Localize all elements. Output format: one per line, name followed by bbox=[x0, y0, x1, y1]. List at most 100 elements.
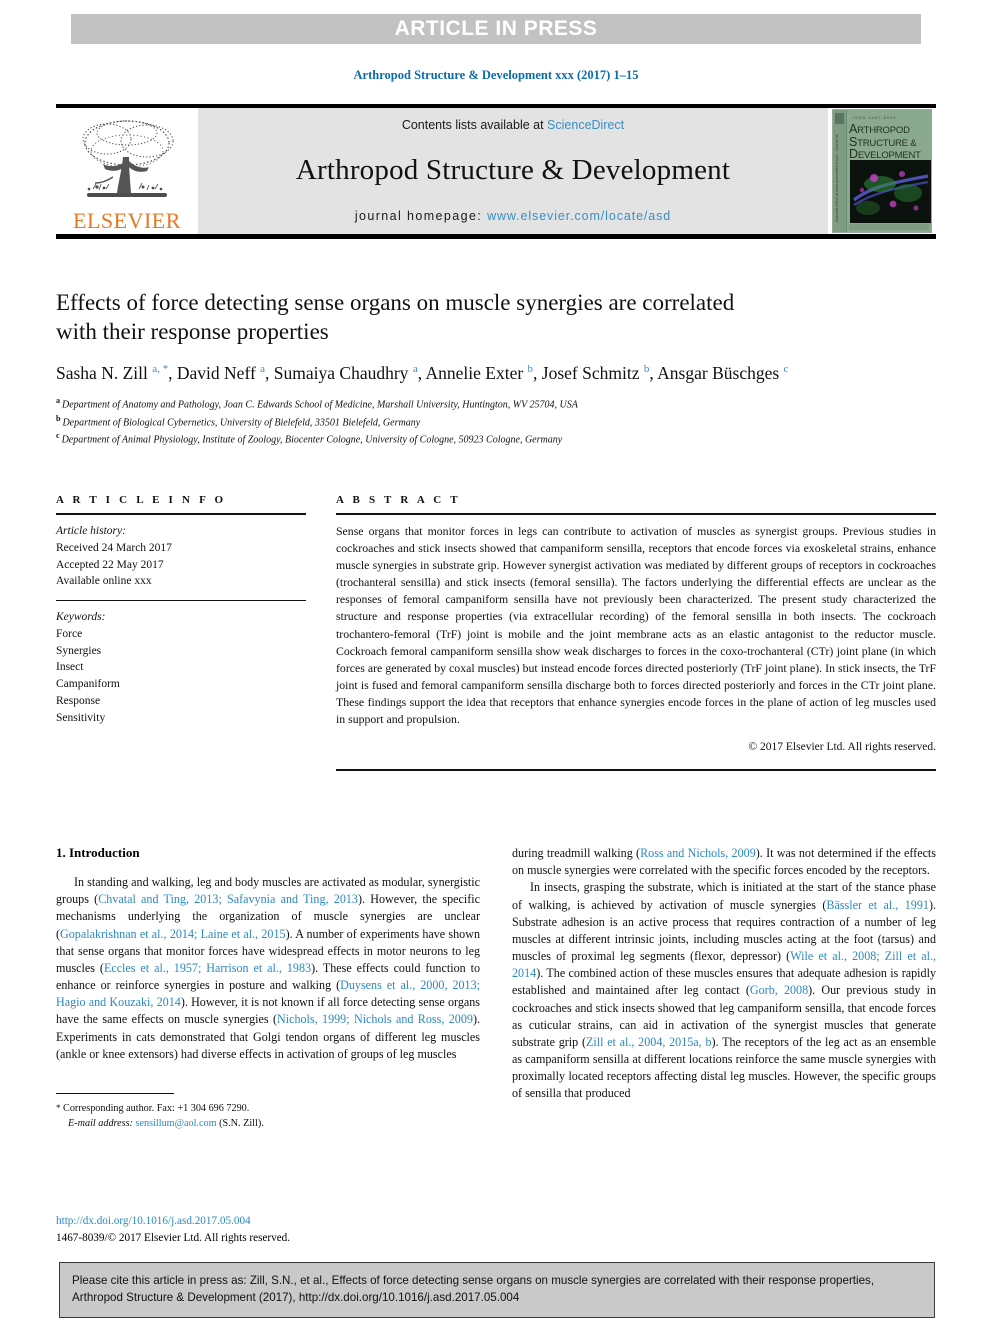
cover-line3-cap: D bbox=[849, 147, 858, 161]
affiliation-text: Department of Biological Cybernetics, Un… bbox=[62, 416, 421, 428]
article-info-rule bbox=[56, 513, 306, 515]
citation-link[interactable]: Eccles et al., 1957; Harrison et al., 19… bbox=[104, 961, 311, 975]
article-history-items: Received 24 March 2017 Accepted 22 May 20… bbox=[56, 540, 306, 590]
cover-micrograph-image bbox=[850, 160, 931, 223]
citation-link[interactable]: Duysens et al., 2000, 2013; Hagio and Ko… bbox=[56, 978, 480, 1009]
keyword-items: Force Synergies Insect Campaniform Response S… bbox=[56, 626, 306, 727]
body-right-column: during treadmill walking (Ross and Nicho… bbox=[512, 845, 936, 1131]
body-paragraph: In standing and walking, leg and body mu… bbox=[56, 875, 481, 1061]
keyword-item: Force bbox=[56, 627, 83, 640]
abstract-bottom-rule bbox=[336, 769, 936, 772]
cover-title: ARTHROPOD STRUCTURE & DEVELOPMENT bbox=[849, 123, 931, 161]
affiliation-text: Department of Animal Physiology, Institu… bbox=[61, 434, 563, 446]
journal-cover-thumbnail: Available online at www.sciencedirect.co… bbox=[828, 108, 936, 234]
author-affiliation-mark: b bbox=[527, 363, 534, 376]
author-affiliation-mark: c bbox=[783, 363, 789, 376]
cite-this-article-box: Please cite this article in press as: Zi… bbox=[59, 1262, 935, 1318]
affiliation-list: a Department of Anatomy and Pathology, J… bbox=[56, 395, 936, 448]
title-block: Effects of force detecting sense organs … bbox=[56, 288, 936, 448]
journal-masthead: ELSEVIER Contents lists available at Sci… bbox=[56, 104, 936, 239]
contents-prefix: Contents lists available at bbox=[401, 118, 548, 132]
abstract-text: Sense organs that monitor forces in legs… bbox=[336, 524, 936, 727]
section-heading-introduction: 1. Introduction bbox=[56, 845, 140, 860]
keywords-rule bbox=[56, 600, 306, 602]
info-abstract-section: A R T I C L E I N F O Article history: R… bbox=[56, 494, 936, 772]
article-history-item: Accepted 22 May 2017 bbox=[56, 558, 164, 571]
footnote-rule bbox=[56, 1092, 174, 1094]
article-history-item: Received 24 March 2017 bbox=[56, 541, 172, 554]
abstract-copyright: © 2017 Elsevier Ltd. All rights reserved… bbox=[748, 741, 936, 754]
keyword-item: Insect bbox=[56, 661, 84, 674]
article-history-label: Article history: bbox=[56, 525, 126, 537]
body-column-gap bbox=[480, 845, 512, 1131]
citation-link[interactable]: Zill et al., 2004, 2015a, b bbox=[586, 1035, 712, 1049]
masthead-bottom-rule bbox=[56, 234, 936, 239]
author-name: Sasha N. Zill bbox=[56, 362, 153, 383]
page-title: Effects of force detecting sense organs … bbox=[56, 290, 735, 345]
body-paragraph: during treadmill walking (Ross and Nicho… bbox=[512, 846, 937, 878]
sciencedirect-link[interactable]: ScienceDirect bbox=[547, 118, 624, 132]
running-head: Arthropod Structure & Development xxx (2… bbox=[353, 68, 639, 82]
citation-link[interactable]: Bässler et al., 1991 bbox=[826, 898, 929, 912]
article-page: ARTICLE IN PRESS Arthropod Structure & D… bbox=[0, 0, 992, 1323]
citation-link[interactable]: Gopalakrishnan et al., 2014; Laine et al… bbox=[60, 927, 286, 941]
article-in-press-banner: ARTICLE IN PRESS bbox=[71, 14, 921, 44]
elsevier-tree-icon bbox=[73, 117, 181, 209]
cover-spine-text: Available online at www.sciencedirect.co… bbox=[835, 134, 839, 222]
cover-line1-rest: RTHROPOD bbox=[857, 125, 910, 136]
body-columns: 1. Introduction In standing and walking,… bbox=[56, 845, 936, 1131]
abstract-rule bbox=[336, 513, 936, 515]
affiliation-text: Department of Anatomy and Pathology, Joa… bbox=[62, 399, 578, 411]
email-address-suffix: (S.N. Zill). bbox=[219, 1118, 264, 1130]
affiliation-item: a Department of Anatomy and Pathology, J… bbox=[56, 395, 936, 413]
citation-link[interactable]: Gorb, 2008 bbox=[750, 983, 808, 997]
cover-line2-rest: TRUCTURE & bbox=[857, 137, 917, 149]
article-history-block: Article history: Received 24 March 2017 A… bbox=[56, 523, 306, 590]
cover-footer-bar bbox=[849, 224, 929, 230]
article-info-heading: A R T I C L E I N F O bbox=[56, 494, 227, 506]
abstract-column: A B S T R A C T Sense organs that monito… bbox=[336, 494, 936, 772]
doi-block: http://dx.doi.org/10.1016/j.asd.2017.05.… bbox=[56, 1213, 290, 1247]
doi-link[interactable]: http://dx.doi.org/10.1016/j.asd.2017.05.… bbox=[56, 1213, 290, 1230]
citation-link[interactable]: Wile et al., 2008; Zill et al., 2014 bbox=[512, 949, 936, 980]
author-affiliation-mark: b bbox=[643, 363, 650, 376]
journal-title: Arthropod Structure & Development bbox=[295, 154, 731, 186]
article-history-item: Available online xxx bbox=[56, 575, 152, 588]
author-name: Ansgar Büschges bbox=[657, 362, 784, 383]
homepage-link[interactable]: www.elsevier.com/locate/asd bbox=[487, 209, 671, 223]
citation-link[interactable]: Ross and Nichols, 2009 bbox=[640, 846, 756, 860]
footnote-block: * Corresponding author. Fax: +1 304 696 … bbox=[56, 1092, 480, 1132]
footnote-email-line: E-mail address: sensillum@aol.com (S.N. … bbox=[56, 1116, 480, 1131]
keywords-block: Keywords: Force Synergies Insect Campanifor… bbox=[56, 609, 306, 726]
affiliation-item: c Department of Animal Physiology, Insti… bbox=[56, 430, 936, 448]
author-name: Josef Schmitz bbox=[541, 362, 644, 383]
author-list: Sasha N. Zill a, *, David Neff a, Sumaiy… bbox=[56, 362, 789, 383]
journal-info-box: Contents lists available at ScienceDirec… bbox=[198, 108, 828, 234]
keyword-item: Synergies bbox=[56, 644, 102, 657]
author-affiliation-mark: a, * bbox=[152, 363, 169, 376]
cover-publisher-mark bbox=[835, 113, 844, 124]
citation-link[interactable]: Nichols, 1999; Nichols and Ross, 2009 bbox=[277, 1012, 473, 1026]
author-affiliation-mark: a bbox=[412, 363, 418, 376]
abstract-heading: A B S T R A C T bbox=[336, 494, 461, 506]
body-left-column: 1. Introduction In standing and walking,… bbox=[56, 845, 480, 1131]
keyword-item: Response bbox=[56, 695, 101, 708]
left-column-paragraphs: In standing and walking, leg and body mu… bbox=[56, 874, 480, 1063]
journal-homepage-line: journal homepage: www.elsevier.com/locat… bbox=[355, 209, 671, 223]
article-info-column: A R T I C L E I N F O Article history: R… bbox=[56, 494, 306, 771]
author-affiliation-mark: a bbox=[260, 363, 266, 376]
column-gap bbox=[306, 494, 336, 771]
email-address-link[interactable]: sensillum@aol.com bbox=[136, 1118, 217, 1129]
affiliation-item: b Department of Biological Cybernetics, … bbox=[56, 413, 936, 431]
author-name: David Neff bbox=[176, 362, 261, 383]
homepage-label: journal homepage: bbox=[354, 209, 488, 223]
citation-link[interactable]: Chvatal and Ting, 2013; Safavynia and Ti… bbox=[98, 892, 358, 906]
author-name: Sumaiya Chaudhry bbox=[273, 362, 413, 383]
keyword-item: Campaniform bbox=[56, 678, 120, 691]
elsevier-logo: ELSEVIER bbox=[56, 108, 198, 234]
footnote-corresponding-author: * Corresponding author. Fax: +1 304 696 … bbox=[56, 1101, 480, 1116]
footnote-star: * bbox=[56, 1102, 61, 1113]
cover-eyebrow: ISSN 1467-8039 bbox=[853, 115, 897, 120]
body-paragraph: In insects, grasping the substrate, whic… bbox=[512, 880, 936, 1101]
right-column-paragraphs: during treadmill walking (Ross and Nicho… bbox=[512, 845, 936, 1103]
